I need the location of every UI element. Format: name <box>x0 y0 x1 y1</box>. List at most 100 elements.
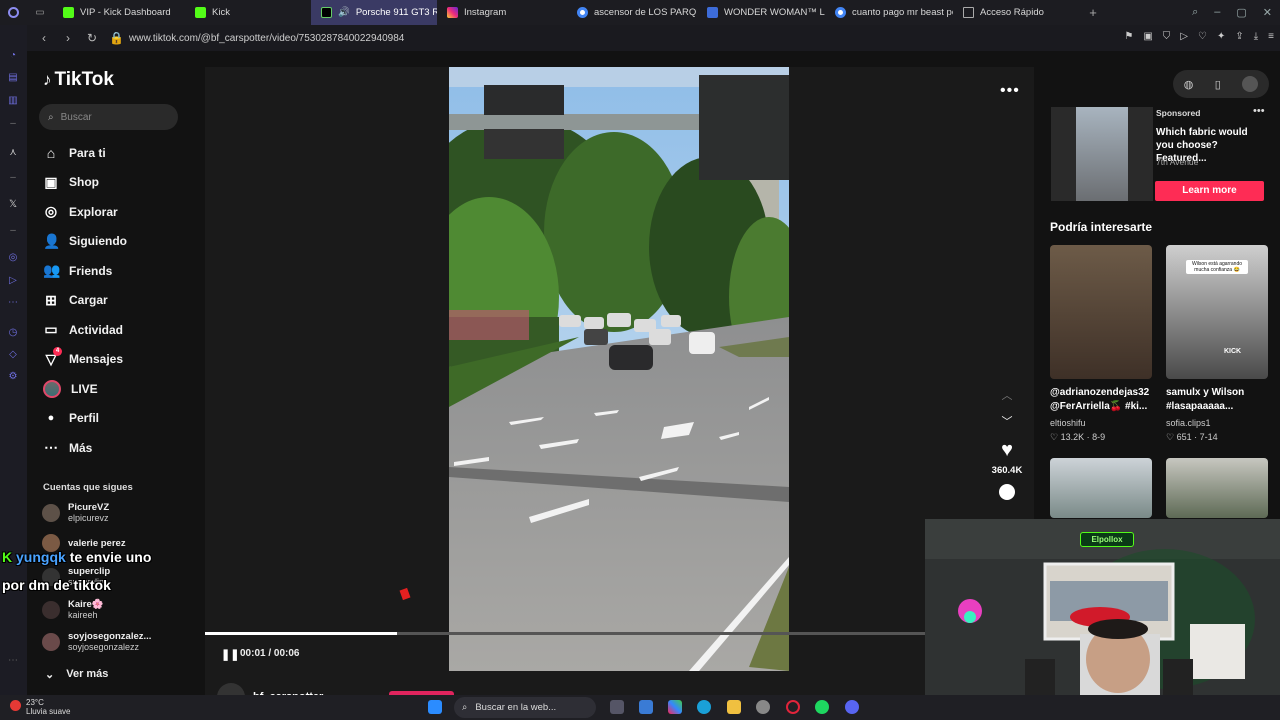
play-icon[interactable]: ▷ <box>1180 31 1188 42</box>
more-options-icon[interactable]: ⋯ <box>7 655 19 667</box>
tab-wonder-woman[interactable]: WONDER WOMAN™ Lass <box>697 0 825 25</box>
recommended-thumbnail[interactable] <box>1166 458 1268 518</box>
rec-caption[interactable]: @adrianozendejas32 @FerArriella🍒 #ki... <box>1050 386 1162 414</box>
nav-friends[interactable]: 👥 Friends <box>43 256 127 286</box>
see-more-button[interactable]: ⌄ Ver más <box>45 668 108 681</box>
copilot-icon[interactable] <box>668 700 682 714</box>
nav-para-ti[interactable]: ⌂ Para ti <box>43 138 127 168</box>
maximize-icon[interactable]: ▢ <box>1236 6 1246 19</box>
pause-icon[interactable]: ❚❚ <box>221 648 239 661</box>
tiktok-note-icon: ♪ <box>43 70 52 89</box>
back-icon[interactable]: ‹ <box>37 31 51 45</box>
previous-video-icon[interactable]: ︿ <box>988 387 1026 413</box>
heart-icon[interactable]: ♡ <box>1198 31 1207 42</box>
history-icon[interactable]: ◎ <box>7 252 19 264</box>
task-view-icon[interactable] <box>610 700 624 714</box>
compass-icon[interactable]: ◍ <box>1184 78 1194 91</box>
extensions-icon[interactable]: ✦ <box>1217 31 1225 42</box>
snapshot-icon[interactable]: ▣ <box>1143 31 1152 42</box>
nav-mensajes[interactable]: ▽ 4 Mensajes <box>43 345 127 375</box>
search-input[interactable]: ⌕ Buscar <box>39 104 178 130</box>
minimize-icon[interactable]: – <box>1214 6 1220 19</box>
file-explorer-icon[interactable] <box>727 700 741 714</box>
recommended-thumbnail[interactable] <box>1050 458 1152 518</box>
search-tabs-icon[interactable]: ⌕ <box>1192 6 1198 19</box>
device-icon[interactable]: ▯ <box>1215 78 1221 91</box>
new-tab-icon[interactable]: + <box>1083 5 1103 20</box>
ad-thumbnail[interactable] <box>1051 107 1153 201</box>
clock-icon[interactable]: ◷ <box>7 327 19 339</box>
tiktok-logo[interactable]: ♪ TikTok <box>43 69 114 91</box>
more-apps-icon[interactable]: ⋯ <box>7 297 19 309</box>
video-progress-bar[interactable] <box>205 632 1034 635</box>
shop-bag-icon: ▣ <box>44 173 58 190</box>
nav-explorar[interactable]: ◎ Explorar <box>43 197 127 227</box>
messenger-icon[interactable]: ▤ <box>7 72 19 84</box>
opera-gx-icon[interactable] <box>786 700 800 714</box>
following-account[interactable]: soyjosegonzalez... soyjosegonzalezz <box>42 631 151 653</box>
nav-perfil[interactable]: ● Perfil <box>43 404 127 434</box>
live-icon <box>43 379 61 398</box>
tab-porsche-tiktok[interactable]: 🔊Porsche 911 GT3 RS: <box>311 0 437 25</box>
nav-siguiendo[interactable]: 👤 Siguiendo <box>43 227 127 257</box>
nav-live[interactable]: LIVE <box>43 374 127 404</box>
tiktok-icon <box>321 7 332 18</box>
opera-icon[interactable] <box>0 0 27 25</box>
following-account[interactable]: Kaire🌸 kaireeh <box>42 599 104 621</box>
discord-icon[interactable] <box>845 700 859 714</box>
x-icon[interactable]: 𝕏 <box>7 199 19 211</box>
nav-shop[interactable]: ▣ Shop <box>43 168 127 198</box>
recommended-thumbnail[interactable]: Wilson está agarrando mucha confianza 😂 … <box>1166 245 1268 379</box>
shield-icon[interactable]: ⛉ <box>1163 31 1171 42</box>
pinboard-icon[interactable]: ◇ <box>7 349 19 361</box>
app-icon[interactable]: ⋏ <box>7 147 19 159</box>
spotify-icon[interactable] <box>815 700 829 714</box>
menu-icon[interactable]: ≡ <box>1268 31 1274 42</box>
rec-author[interactable]: sofia.clips1 <box>1166 418 1211 428</box>
nav-mas[interactable]: ⋯ Más <box>43 433 127 463</box>
weather-widget[interactable]: 23°C Lluvia suave <box>10 698 70 716</box>
windows-start-icon[interactable] <box>428 700 442 714</box>
store-icon[interactable] <box>639 700 653 714</box>
user-avatar[interactable] <box>1242 76 1259 92</box>
taskbar-search[interactable]: ⌕ Buscar en la web... <box>454 697 596 718</box>
avatar <box>42 504 60 522</box>
comment-icon[interactable] <box>999 484 1015 500</box>
video-player[interactable]: ••• ︿ ﹀ ♥ 360.4K ❚❚ 00:01 / 00:06 bf_car… <box>205 67 1034 711</box>
tab-ascensor[interactable]: ascensor de LOS PARQU <box>567 0 697 25</box>
nav-cargar[interactable]: ⊞ Cargar <box>43 286 127 316</box>
next-video-icon[interactable]: ﹀ <box>988 413 1026 439</box>
tab-mr-beast[interactable]: cuanto pago mr beast po <box>825 0 953 25</box>
tab-acceso-rapido[interactable]: Acceso Rápido <box>953 0 1083 25</box>
rec-caption[interactable]: samulx y Wilson #lasapaaaaa... <box>1166 386 1278 414</box>
settings-icon[interactable]: ⚙ <box>7 371 19 383</box>
player-icon[interactable]: ▷ <box>7 275 19 287</box>
ad-options-icon[interactable]: ••• <box>1253 105 1265 117</box>
download-icon[interactable]: ⤓ <box>1254 31 1258 42</box>
learn-more-button[interactable]: Learn more <box>1155 181 1264 201</box>
rec-author[interactable]: eltioshifu <box>1050 418 1086 428</box>
tab-instagram[interactable]: Instagram <box>437 0 567 25</box>
url-field[interactable]: www.tiktok.com/@bf_carspotter/video/7530… <box>129 33 404 44</box>
following-account[interactable]: PicureVZ elpicurevz <box>42 502 109 524</box>
like-heart-icon[interactable]: ♥ <box>988 439 1026 461</box>
edge-icon[interactable] <box>697 700 711 714</box>
video-options-icon[interactable]: ••• <box>1000 82 1020 100</box>
chrome-icon[interactable] <box>756 700 770 714</box>
tab-vip-kick-dashboard[interactable]: VIP - Kick Dashboard <box>53 0 185 25</box>
bookmark-icon[interactable]: ⚑ <box>1124 31 1133 42</box>
video-frame[interactable] <box>449 67 789 671</box>
recommended-thumbnail[interactable] <box>1050 245 1152 379</box>
close-icon[interactable]: ✕ <box>1263 6 1272 19</box>
like-count: 360.4K <box>991 465 1023 476</box>
mail-icon[interactable]: ▥ <box>7 95 19 107</box>
aria-icon[interactable]: ◔ <box>7 50 19 62</box>
audio-icon[interactable]: 🔊 <box>338 7 350 18</box>
nav-actividad[interactable]: ▭ Actividad <box>43 315 127 345</box>
share-icon[interactable]: ⇪ <box>1235 31 1243 42</box>
sponsored-label: Sponsored <box>1156 108 1201 118</box>
reload-icon[interactable]: ↻ <box>85 31 99 45</box>
tab-menu-icon[interactable]: ▭ <box>27 7 53 18</box>
forward-icon[interactable]: › <box>61 31 75 45</box>
tab-kick[interactable]: Kick <box>185 0 311 25</box>
